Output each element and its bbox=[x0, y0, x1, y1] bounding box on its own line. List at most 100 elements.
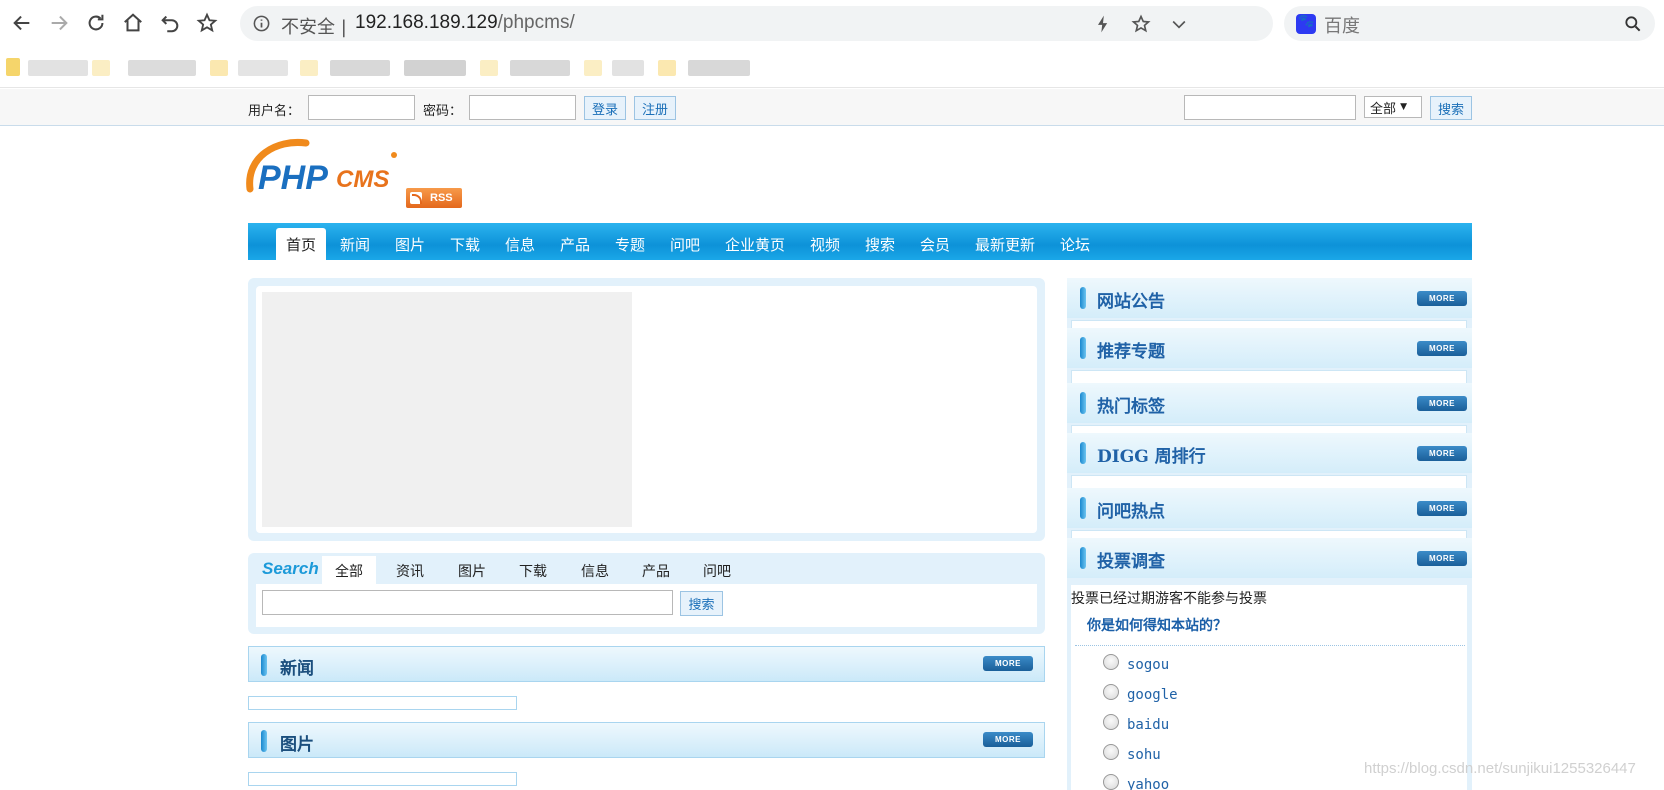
section-marker-icon bbox=[1080, 392, 1086, 414]
section-marker-icon bbox=[1080, 287, 1086, 309]
bookmark-item[interactable] bbox=[238, 60, 288, 76]
rss-label: RSS bbox=[430, 192, 453, 204]
pictures-more-button[interactable]: MORE bbox=[983, 732, 1033, 747]
bookmark-item[interactable] bbox=[510, 60, 570, 76]
dropdown-arrow-icon: ▼ bbox=[1400, 102, 1408, 112]
nav-item-yellowpages[interactable]: 企业黄页 bbox=[725, 234, 785, 255]
topics-more-button[interactable]: MORE bbox=[1417, 341, 1467, 356]
login-button[interactable]: 登录 bbox=[584, 96, 626, 120]
info-icon[interactable] bbox=[252, 14, 271, 33]
ask-hot-header: 问吧热点 MORE bbox=[1067, 488, 1472, 528]
browser-toolbar: 不安全 | 192.168.189.129/phpcms/ 百度 bbox=[0, 0, 1664, 46]
tags-more-button[interactable]: MORE bbox=[1417, 396, 1467, 411]
address-bar[interactable]: 不安全 | 192.168.189.129/phpcms/ bbox=[240, 6, 1273, 41]
bookmark-favicon bbox=[300, 60, 318, 76]
browser-search-box[interactable]: 百度 bbox=[1284, 6, 1655, 41]
pictures-section-header: 图片 MORE bbox=[248, 722, 1045, 758]
home-icon[interactable] bbox=[119, 9, 147, 37]
search-icon[interactable] bbox=[1623, 14, 1643, 34]
bookmark-item[interactable] bbox=[28, 60, 88, 76]
chevron-down-icon[interactable] bbox=[1169, 14, 1189, 34]
folder-icon[interactable] bbox=[6, 58, 20, 76]
bookmark-favicon bbox=[210, 60, 228, 76]
section-marker-icon bbox=[1080, 442, 1086, 464]
nav-item-ask[interactable]: 问吧 bbox=[670, 234, 700, 255]
search-tab-ask[interactable]: 问吧 bbox=[703, 561, 731, 581]
main-nav: 首页 新闻 图片 下载 信息 产品 专题 问吧 企业黄页 视频 搜索 会员 最新… bbox=[248, 223, 1472, 260]
search-panel-input[interactable] bbox=[262, 590, 673, 615]
notice-title: 网站公告 bbox=[1097, 292, 1165, 312]
bookmark-favicon bbox=[584, 60, 602, 76]
username-label: 用户名： bbox=[248, 104, 301, 119]
news-content-box bbox=[248, 696, 517, 710]
search-scope-select[interactable]: 全部 ▼ bbox=[1364, 96, 1422, 118]
search-tab-info[interactable]: 信息 bbox=[581, 561, 609, 581]
search-tab-all[interactable]: 全部 bbox=[335, 561, 363, 581]
insecure-label: 不安全 | bbox=[281, 17, 347, 38]
tags-title: 热门标签 bbox=[1097, 397, 1165, 417]
nav-item-search[interactable]: 搜索 bbox=[865, 234, 895, 255]
notice-header: 网站公告 MORE bbox=[1067, 278, 1472, 318]
phpcms-logo[interactable]: PHP CMS bbox=[246, 137, 406, 203]
nav-item-members[interactable]: 会员 bbox=[920, 234, 950, 255]
watermark-text: https://blog.csdn.net/sunjikui1255326447 bbox=[1364, 760, 1636, 777]
nav-item-video[interactable]: 视频 bbox=[810, 234, 840, 255]
bookmark-item[interactable] bbox=[330, 60, 390, 76]
news-section-title: 新闻 bbox=[280, 659, 314, 679]
section-marker-icon bbox=[1080, 547, 1086, 569]
pictures-content-box bbox=[248, 772, 517, 786]
nav-item-pictures[interactable]: 图片 bbox=[395, 234, 425, 255]
digg-title: DIGG 周排行 bbox=[1097, 447, 1206, 467]
bookmark-item[interactable] bbox=[612, 60, 644, 76]
bookmark-item[interactable] bbox=[128, 60, 196, 76]
back-icon[interactable] bbox=[8, 9, 36, 37]
nav-item-topics[interactable]: 专题 bbox=[615, 234, 645, 255]
topics-title: 推荐专题 bbox=[1097, 342, 1165, 362]
vote-more-button[interactable]: MORE bbox=[1417, 551, 1467, 566]
digg-more-button[interactable]: MORE bbox=[1417, 446, 1467, 461]
notice-more-button[interactable]: MORE bbox=[1417, 291, 1467, 306]
nav-item-home[interactable]: 首页 bbox=[286, 234, 316, 255]
password-label: 密码： bbox=[423, 104, 463, 119]
logo-text-cms: CMS bbox=[336, 166, 389, 193]
bookmark-item[interactable] bbox=[688, 60, 750, 76]
site-search-button[interactable]: 搜索 bbox=[1430, 96, 1472, 120]
undo-icon[interactable] bbox=[156, 9, 184, 37]
search-tab-pictures[interactable]: 图片 bbox=[458, 561, 486, 581]
nav-item-latest[interactable]: 最新更新 bbox=[975, 234, 1035, 255]
section-marker-icon bbox=[1080, 497, 1086, 519]
url-text[interactable]: 192.168.189.129/phpcms/ bbox=[355, 12, 575, 34]
lightning-icon[interactable] bbox=[1093, 14, 1113, 34]
bookmark-favicon bbox=[480, 60, 498, 76]
bookmark-favicon bbox=[92, 60, 110, 76]
slider-image-placeholder[interactable] bbox=[262, 292, 632, 527]
slider-inner bbox=[256, 286, 1037, 533]
search-tab-products[interactable]: 产品 bbox=[642, 561, 670, 581]
nav-item-download[interactable]: 下载 bbox=[450, 234, 480, 255]
nav-item-info[interactable]: 信息 bbox=[505, 234, 535, 255]
search-panel-button[interactable]: 搜索 bbox=[680, 591, 723, 616]
ask-hot-title: 问吧热点 bbox=[1097, 502, 1165, 522]
news-more-button[interactable]: MORE bbox=[983, 656, 1033, 671]
section-marker-icon bbox=[261, 730, 267, 752]
search-inner: 搜索 bbox=[256, 584, 1037, 627]
logo-text-php: PHP bbox=[258, 159, 328, 197]
star-icon[interactable] bbox=[193, 9, 221, 37]
bookmark-item[interactable] bbox=[404, 60, 466, 76]
search-placeholder: 百度 bbox=[1324, 16, 1360, 37]
password-input[interactable] bbox=[469, 95, 576, 120]
reload-icon[interactable] bbox=[82, 9, 110, 37]
bookmark-star-icon[interactable] bbox=[1131, 14, 1151, 34]
nav-item-products[interactable]: 产品 bbox=[560, 234, 590, 255]
nav-item-news[interactable]: 新闻 bbox=[340, 234, 370, 255]
rss-button[interactable]: RSS bbox=[406, 188, 462, 208]
search-logo-text: Search bbox=[262, 559, 319, 578]
search-tab-download[interactable]: 下载 bbox=[519, 561, 547, 581]
search-tab-news[interactable]: 资讯 bbox=[396, 561, 424, 581]
register-button[interactable]: 注册 bbox=[634, 96, 676, 120]
nav-item-forum[interactable]: 论坛 bbox=[1060, 234, 1090, 255]
ask-hot-more-button[interactable]: MORE bbox=[1417, 501, 1467, 516]
forward-icon[interactable] bbox=[45, 9, 73, 37]
site-search-input[interactable] bbox=[1184, 95, 1356, 120]
username-input[interactable] bbox=[308, 95, 415, 120]
